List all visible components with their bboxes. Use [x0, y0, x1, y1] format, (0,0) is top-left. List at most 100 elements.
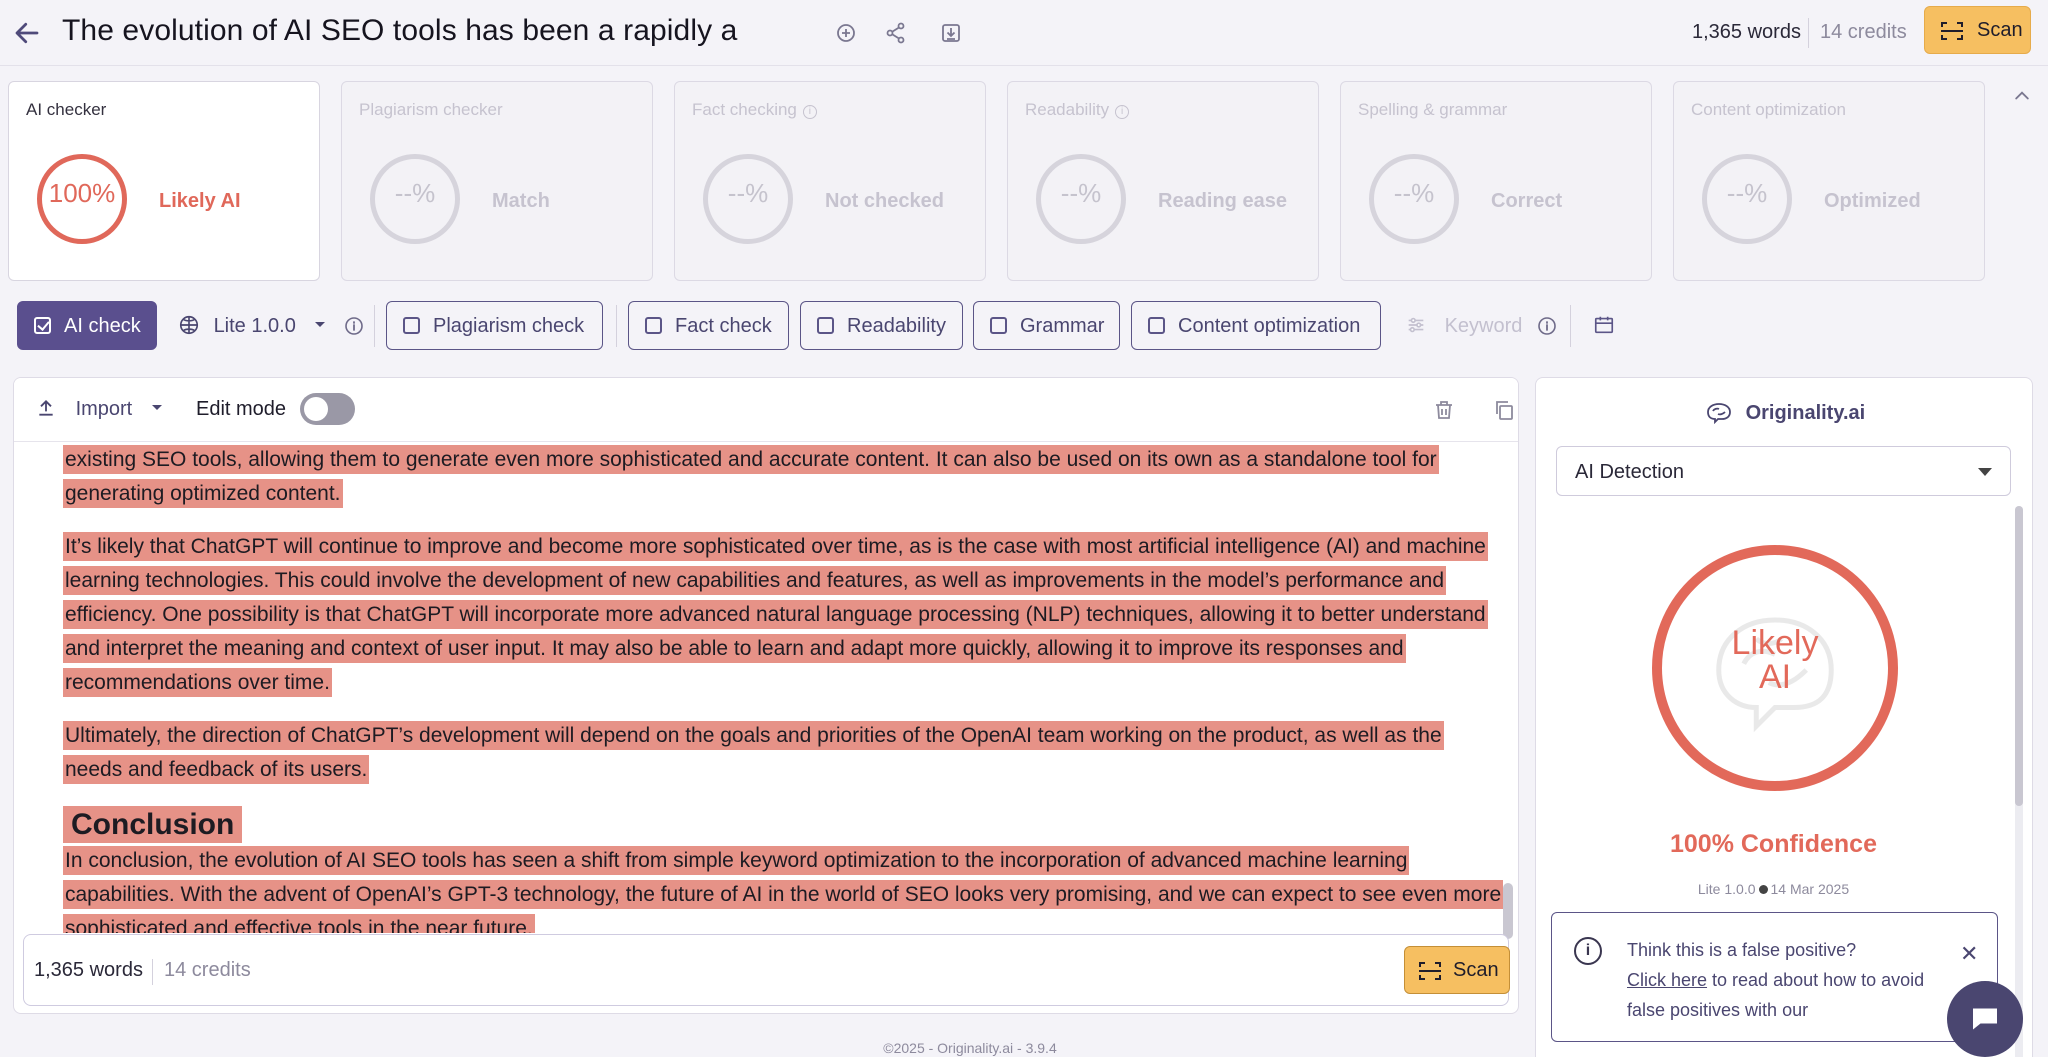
card-spelling-grammar[interactable]: Spelling & grammar --% Correct: [1340, 81, 1652, 281]
card-ai-checker[interactable]: AI checker 100% Likely AI: [8, 81, 320, 281]
share-icon[interactable]: [884, 21, 908, 45]
ai-check-toggle[interactable]: AI check: [17, 301, 157, 350]
checkbox-icon: [645, 317, 662, 334]
score-status: Optimized: [1824, 190, 1921, 212]
score-value: --%: [727, 178, 769, 208]
import-button[interactable]: Import: [36, 398, 164, 421]
confidence-text: 100% Confidence: [1669, 830, 1877, 858]
checkbox-icon: [817, 317, 834, 334]
detection-mode-select[interactable]: AI Detection: [1556, 446, 2011, 496]
sliders-icon: [1408, 317, 1424, 333]
word-count: 1,365 words: [34, 959, 143, 981]
result-label: Likely AI: [1731, 624, 1819, 696]
caret-down-icon: [315, 322, 326, 327]
editor-footer: 1,365 words 14 credits Scan: [23, 934, 1510, 1006]
score-value: --%: [394, 178, 436, 208]
checkbox-icon: [990, 317, 1007, 334]
score-status: Correct: [1491, 190, 1563, 212]
top-bar: The evolution of AI SEO tools has been a…: [0, 0, 2048, 66]
result-meta: Lite 1.0.0 14 Mar 2025: [1697, 881, 1850, 897]
score-value: --%: [1393, 178, 1435, 208]
info-icon[interactable]: [344, 316, 364, 336]
divider: [616, 305, 617, 347]
info-icon[interactable]: [1537, 316, 1557, 336]
ai-highlight: In conclusion, the evolution of AI SEO t…: [63, 846, 1503, 933]
status-dot: [1758, 885, 1768, 894]
edit-mode-label: Edit mode: [196, 398, 287, 420]
content-optimization-toggle[interactable]: Content optimization: [1131, 301, 1381, 350]
readability-toggle[interactable]: Readability: [800, 301, 963, 350]
ai-highlight: It’s likely that ChatGPT will continue t…: [63, 532, 1488, 697]
scan-button[interactable]: Scan: [1404, 946, 1510, 994]
caret-down-icon: [151, 405, 162, 410]
upload-icon: [39, 400, 53, 416]
editor-scrollbar[interactable]: [1503, 883, 1513, 939]
ai-highlight: Ultimately, the direction of ChatGPT’s d…: [63, 721, 1444, 784]
paragraph: existing SEO tools, allowing them to gen…: [63, 443, 1503, 511]
footer-copyright: ©2025 - Originality.ai - 3.9.4: [883, 1040, 1057, 1056]
editor-toolbar: Import Edit mode: [14, 378, 1518, 442]
score-status: Likely AI: [159, 190, 241, 212]
card-title: AI checker: [26, 100, 107, 119]
card-title: Plagiarism checker: [359, 100, 503, 119]
close-icon[interactable]: ✕: [1960, 941, 1978, 967]
paragraph: In conclusion, the evolution of AI SEO t…: [63, 844, 1503, 933]
score-status: Reading ease: [1158, 190, 1287, 212]
score-value: --%: [1060, 178, 1102, 208]
card-content-optimization[interactable]: Content optimization --% Optimized: [1673, 81, 1985, 281]
info-icon[interactable]: i: [1115, 105, 1130, 119]
divider: [152, 959, 153, 985]
notice-text: Think this is a false positive? Click he…: [1627, 940, 1925, 1020]
scan-button-top[interactable]: Scan: [1924, 6, 2031, 54]
score-value: --%: [1726, 178, 1768, 208]
card-fact-checking[interactable]: Fact checking i --% Not checked: [674, 81, 986, 281]
score-value: 100%: [48, 178, 116, 208]
card-readability[interactable]: Readability i --% Reading ease: [1007, 81, 1319, 281]
fact-check-toggle[interactable]: Fact check: [628, 301, 789, 350]
paragraph: Ultimately, the direction of ChatGPT’s d…: [63, 719, 1503, 787]
info-icon[interactable]: i: [802, 105, 817, 119]
keyword-toggle[interactable]: Keyword: [1405, 314, 1522, 338]
grammar-toggle[interactable]: Grammar: [973, 301, 1120, 350]
add-circle-icon[interactable]: [834, 21, 858, 45]
back-arrow-icon[interactable]: [12, 18, 42, 48]
model-selector[interactable]: Lite 1.0.0: [178, 314, 327, 338]
checkbox-icon: [1148, 317, 1165, 334]
copy-icon[interactable]: [1492, 398, 1516, 422]
word-count: 1,365 words: [1692, 21, 1801, 43]
credits-count: 14 credits: [164, 959, 251, 981]
card-title: Content optimization: [1691, 100, 1846, 119]
plagiarism-check-toggle[interactable]: Plagiarism check: [386, 301, 603, 350]
caret-down-icon: [1978, 468, 1992, 476]
edit-mode-toggle[interactable]: [300, 393, 355, 425]
card-plagiarism-checker[interactable]: Plagiarism checker --% Match: [341, 81, 653, 281]
editor-content[interactable]: existing SEO tools, allowing them to gen…: [63, 443, 1503, 933]
document-title[interactable]: The evolution of AI SEO tools has been a…: [62, 14, 737, 48]
card-title: Spelling & grammar: [1358, 100, 1508, 119]
checkbox-icon: [403, 317, 420, 334]
chat-button[interactable]: [1947, 981, 2023, 1057]
brand-logo: Originality.ai: [1704, 400, 1865, 425]
divider: [1570, 305, 1571, 347]
brain-logo-icon: [1707, 403, 1731, 425]
divider: [1808, 18, 1809, 48]
click-here-link[interactable]: Click here: [1627, 970, 1707, 990]
false-positive-notice: i Think this is a false positive? Click …: [1551, 912, 1998, 1042]
card-title: Readability i: [1025, 100, 1130, 120]
scan-icon: [1941, 22, 1963, 40]
divider: [374, 305, 375, 347]
ai-highlight: existing SEO tools, allowing them to gen…: [63, 445, 1439, 508]
info-icon: i: [1574, 937, 1602, 965]
paragraph: It’s likely that ChatGPT will continue t…: [63, 530, 1503, 700]
calendar-icon[interactable]: [1593, 314, 1615, 336]
trash-icon[interactable]: [1432, 398, 1456, 422]
download-icon[interactable]: [939, 21, 963, 45]
score-status: Not checked: [825, 190, 944, 212]
credits-count: 14 credits: [1820, 21, 1907, 43]
section-heading: Conclusion: [63, 806, 1503, 844]
checkbox-checked-icon: [34, 317, 51, 334]
ai-highlight: Conclusion: [63, 806, 243, 843]
brain-icon: [179, 315, 199, 335]
chevron-up-icon[interactable]: [2012, 86, 2032, 106]
results-scrollbar[interactable]: [2015, 506, 2023, 1057]
